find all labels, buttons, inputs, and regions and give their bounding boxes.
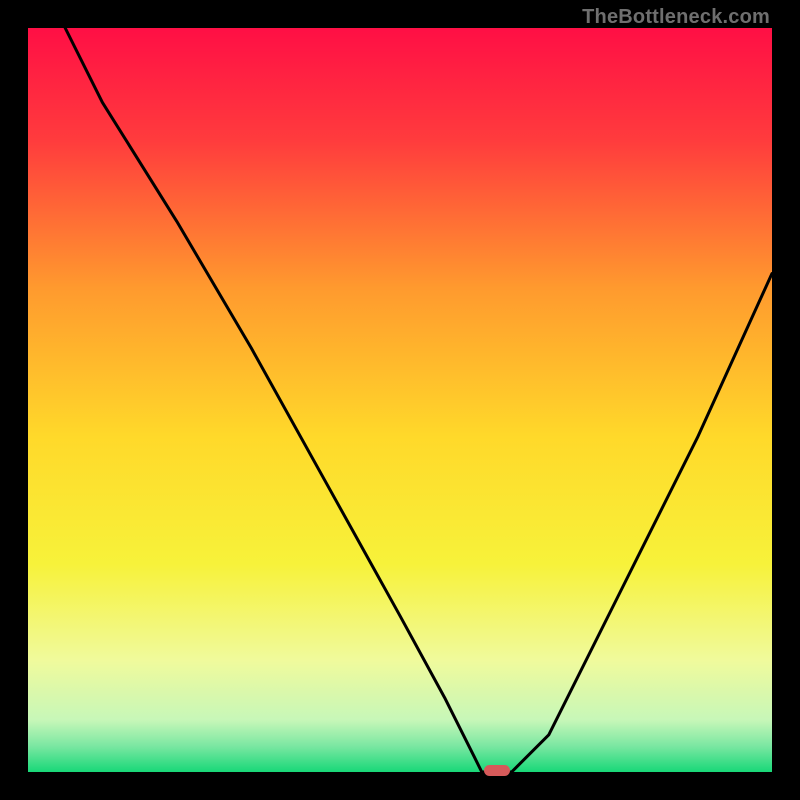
chart-svg bbox=[28, 28, 772, 772]
plot-area bbox=[28, 28, 772, 772]
chart-frame: TheBottleneck.com bbox=[0, 0, 800, 800]
optimal-marker bbox=[484, 765, 510, 776]
watermark-text: TheBottleneck.com bbox=[582, 6, 770, 29]
gradient-background bbox=[28, 28, 772, 772]
